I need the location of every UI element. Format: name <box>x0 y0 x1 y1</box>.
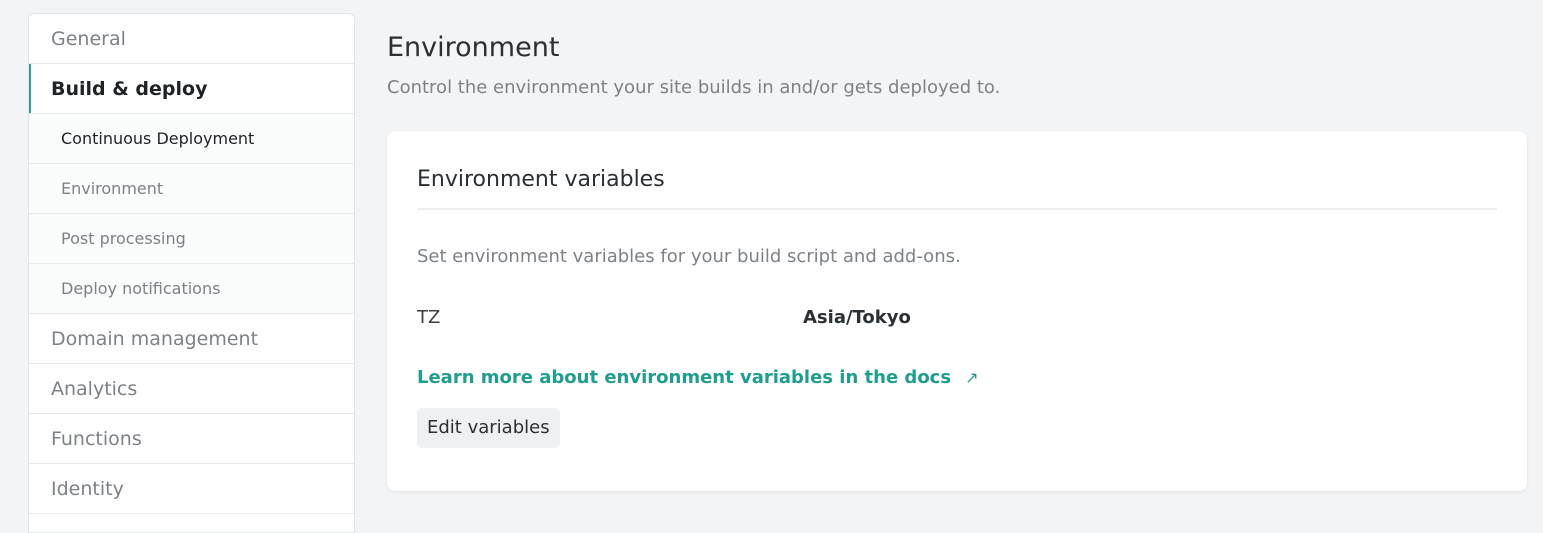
sidebar-subitem-deploy-notifications[interactable]: Deploy notifications <box>29 264 354 314</box>
sidebar-subitem-environment[interactable]: Environment <box>29 164 354 214</box>
docs-link-label: Learn more about environment variables i… <box>417 366 952 388</box>
sidebar-item-functions[interactable]: Functions <box>29 414 354 464</box>
environment-variables-card: Environment variables Set environment va… <box>387 131 1527 491</box>
variable-row: TZ Asia/Tokyo <box>417 304 1497 330</box>
card-header: Environment variables <box>417 131 1497 210</box>
card-title: Environment variables <box>417 167 665 192</box>
external-link-icon: ↗ <box>965 367 979 387</box>
page-subtitle: Control the environment your site builds… <box>387 77 1001 98</box>
page-title: Environment <box>387 32 560 63</box>
sidebar-item-analytics[interactable]: Analytics <box>29 364 354 414</box>
sidebar-item-domain-management[interactable]: Domain management <box>29 314 354 364</box>
sidebar-subitem-post-processing[interactable]: Post processing <box>29 214 354 264</box>
card-description: Set environment variables for your build… <box>417 246 961 267</box>
sidebar-subitem-continuous-deployment[interactable]: Continuous Deployment <box>29 114 354 164</box>
settings-sidebar: General Build & deploy Continuous Deploy… <box>28 13 355 533</box>
variable-key: TZ <box>417 306 441 328</box>
edit-variables-button[interactable]: Edit variables <box>417 408 560 448</box>
sidebar-item-build-deploy[interactable]: Build & deploy <box>29 64 354 114</box>
variable-value: Asia/Tokyo <box>803 306 911 328</box>
sidebar-item-identity[interactable]: Identity <box>29 464 354 514</box>
main-content: Environment Control the environment your… <box>387 26 1527 491</box>
sidebar-item-general[interactable]: General <box>29 14 354 64</box>
docs-link[interactable]: Learn more about environment variables i… <box>417 364 978 390</box>
